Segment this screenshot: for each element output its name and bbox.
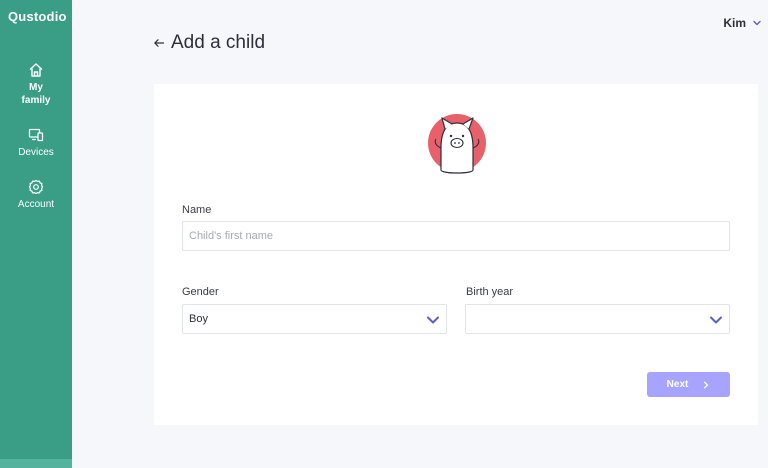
sidebar-item-label: My bbox=[29, 82, 43, 93]
page-title: Add a child bbox=[171, 32, 266, 53]
add-child-card: Name Gender Boy Birth year Next bbox=[154, 84, 758, 425]
devices-icon bbox=[28, 128, 44, 142]
name-label: Name bbox=[182, 204, 212, 216]
pig-avatar-icon bbox=[428, 114, 486, 174]
home-icon bbox=[29, 63, 43, 77]
gender-select[interactable]: Boy bbox=[182, 304, 447, 334]
chevron-down-icon bbox=[710, 316, 722, 324]
gear-icon bbox=[28, 179, 44, 195]
sidebar-item-label: Devices bbox=[18, 147, 54, 158]
chevron-down-icon bbox=[753, 20, 761, 26]
user-name: Kim bbox=[723, 16, 746, 30]
birth-year-select[interactable] bbox=[465, 304, 730, 334]
chevron-right-icon bbox=[704, 381, 709, 388]
name-input[interactable] bbox=[182, 221, 730, 251]
chevron-down-icon bbox=[427, 316, 439, 324]
sidebar-item-devices[interactable]: Devices bbox=[0, 127, 72, 159]
sidebar-item-account[interactable]: Account bbox=[0, 179, 72, 211]
sidebar-item-label: Account bbox=[17, 199, 55, 210]
page-header: Add a child bbox=[153, 32, 265, 54]
brand-logo[interactable]: Qustodio bbox=[8, 9, 67, 24]
user-menu[interactable]: Kim bbox=[723, 16, 762, 30]
sidebar: Qustodio My family Devices Account bbox=[0, 0, 72, 468]
sidebar-item-my-family[interactable]: My family bbox=[0, 62, 72, 107]
gender-label: Gender bbox=[182, 286, 219, 298]
back-arrow-icon[interactable] bbox=[153, 37, 165, 49]
birth-year-label: Birth year bbox=[466, 286, 514, 298]
sidebar-item-label: family bbox=[21, 95, 51, 106]
next-button-label: Next bbox=[666, 379, 689, 390]
next-button[interactable]: Next bbox=[647, 372, 730, 397]
gender-value: Boy bbox=[189, 313, 208, 325]
sidebar-footer bbox=[0, 459, 72, 468]
